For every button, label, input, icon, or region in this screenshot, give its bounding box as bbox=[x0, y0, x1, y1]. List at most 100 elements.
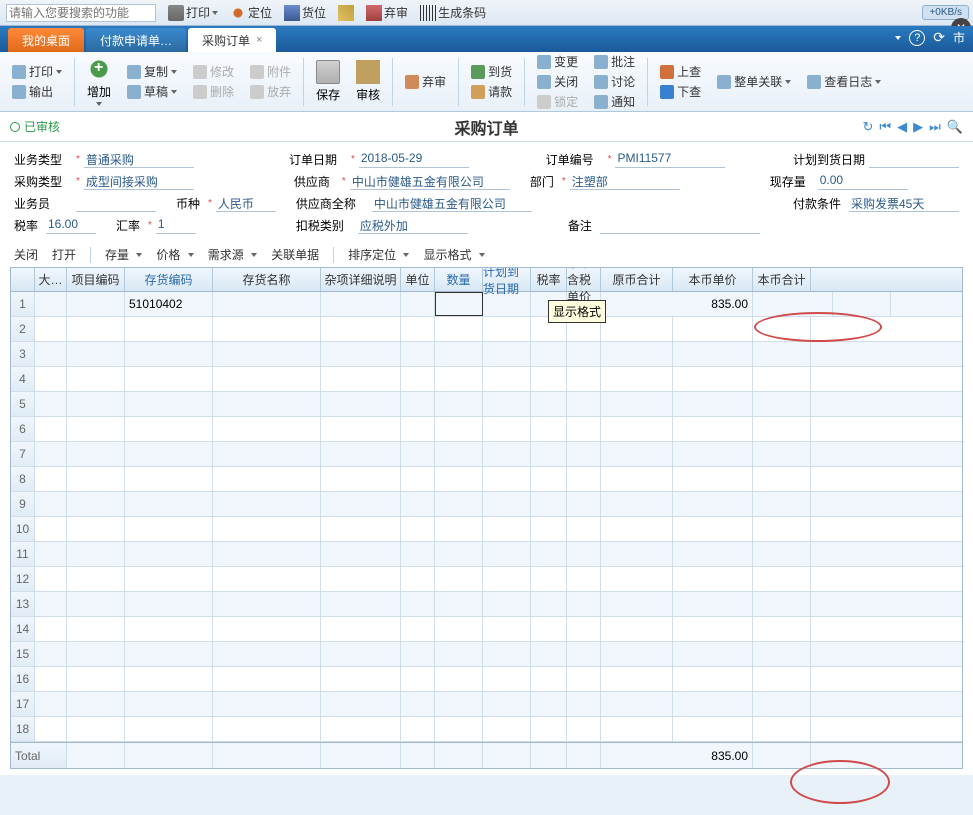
cell[interactable] bbox=[753, 317, 811, 341]
col-inventory-name[interactable]: 存货名称 bbox=[213, 268, 321, 291]
search-input[interactable] bbox=[6, 4, 156, 22]
cell[interactable] bbox=[435, 542, 483, 566]
cell[interactable] bbox=[401, 317, 435, 341]
cell[interactable] bbox=[35, 717, 67, 741]
cell[interactable] bbox=[483, 417, 531, 441]
cell[interactable] bbox=[435, 367, 483, 391]
rb-approve[interactable]: 批注 bbox=[590, 53, 639, 71]
cell[interactable] bbox=[435, 342, 483, 366]
cell[interactable] bbox=[67, 692, 125, 716]
rb-attach[interactable]: 附件 bbox=[246, 63, 295, 81]
table-row[interactable]: 12 bbox=[11, 567, 962, 592]
cell[interactable] bbox=[601, 592, 673, 616]
rb-down[interactable]: 下查 bbox=[656, 83, 705, 101]
cell[interactable] bbox=[125, 392, 213, 416]
cell[interactable] bbox=[213, 517, 321, 541]
table-row[interactable]: 9 bbox=[11, 492, 962, 517]
cell[interactable] bbox=[401, 417, 435, 441]
cell[interactable] bbox=[753, 642, 811, 666]
cell[interactable] bbox=[401, 567, 435, 591]
cell[interactable] bbox=[531, 342, 567, 366]
cell[interactable] bbox=[531, 642, 567, 666]
rb-notify[interactable]: 通知 bbox=[590, 93, 639, 111]
cell[interactable] bbox=[67, 442, 125, 466]
rb-copy[interactable]: 复制 bbox=[123, 63, 181, 81]
table-row[interactable]: 3 bbox=[11, 342, 962, 367]
col-category[interactable]: 大… bbox=[35, 268, 67, 291]
cell[interactable] bbox=[35, 642, 67, 666]
cell[interactable] bbox=[601, 392, 673, 416]
gtb-display[interactable]: 显示格式 bbox=[423, 246, 484, 263]
cell[interactable] bbox=[67, 642, 125, 666]
cell[interactable] bbox=[567, 442, 601, 466]
col-plan-date[interactable]: 计划到货日期 bbox=[483, 268, 531, 291]
cell[interactable] bbox=[435, 442, 483, 466]
exch-value[interactable]: 1 bbox=[156, 216, 196, 234]
help-icon[interactable]: ? bbox=[909, 30, 925, 46]
cell[interactable] bbox=[125, 467, 213, 491]
order-date-value[interactable]: 2018-05-29 bbox=[359, 150, 469, 168]
cell[interactable] bbox=[483, 642, 531, 666]
close-tab-icon[interactable]: × bbox=[256, 34, 262, 46]
cell[interactable] bbox=[67, 667, 125, 691]
nav-first[interactable]: ⏮ bbox=[879, 119, 891, 135]
cell[interactable] bbox=[401, 542, 435, 566]
cell[interactable] bbox=[435, 467, 483, 491]
cell[interactable] bbox=[753, 492, 811, 516]
cell[interactable] bbox=[125, 367, 213, 391]
cell[interactable] bbox=[531, 617, 567, 641]
pay-term-value[interactable]: 采购发票45天 bbox=[849, 194, 959, 212]
cell[interactable] bbox=[601, 417, 673, 441]
cell[interactable] bbox=[321, 292, 401, 316]
cell[interactable] bbox=[125, 717, 213, 741]
cell[interactable] bbox=[213, 342, 321, 366]
cell[interactable] bbox=[673, 617, 753, 641]
gtb-price[interactable]: 价格 bbox=[156, 246, 193, 263]
rb-discuss[interactable]: 讨论 bbox=[590, 73, 639, 91]
cell[interactable] bbox=[213, 642, 321, 666]
cell[interactable] bbox=[35, 367, 67, 391]
cell[interactable] bbox=[531, 567, 567, 591]
cell[interactable] bbox=[435, 317, 483, 341]
rb-modify[interactable]: 修改 bbox=[189, 63, 238, 81]
cell[interactable] bbox=[531, 717, 567, 741]
table-row[interactable]: 11 bbox=[11, 542, 962, 567]
cell[interactable] bbox=[67, 717, 125, 741]
cell[interactable] bbox=[753, 692, 811, 716]
cell[interactable] bbox=[567, 417, 601, 441]
cell[interactable] bbox=[321, 642, 401, 666]
cell[interactable] bbox=[483, 317, 531, 341]
cell[interactable] bbox=[567, 392, 601, 416]
cell[interactable] bbox=[35, 392, 67, 416]
cell[interactable] bbox=[483, 342, 531, 366]
cell[interactable] bbox=[35, 292, 67, 316]
cell[interactable] bbox=[531, 592, 567, 616]
cell[interactable] bbox=[601, 317, 673, 341]
cell[interactable] bbox=[531, 692, 567, 716]
rb-change[interactable]: 变更 bbox=[533, 53, 582, 71]
cell[interactable] bbox=[753, 517, 811, 541]
table-row[interactable]: 16 bbox=[11, 667, 962, 692]
cell[interactable] bbox=[531, 542, 567, 566]
cell[interactable] bbox=[213, 367, 321, 391]
currency-value[interactable]: 人民币 bbox=[216, 194, 276, 212]
rb-lock[interactable]: 锁定 bbox=[533, 93, 582, 111]
cell[interactable] bbox=[673, 367, 753, 391]
cell[interactable] bbox=[483, 667, 531, 691]
cell[interactable] bbox=[483, 492, 531, 516]
cell[interactable] bbox=[673, 392, 753, 416]
rb-save[interactable]: 保存 bbox=[312, 58, 344, 105]
cell[interactable] bbox=[567, 492, 601, 516]
cell[interactable] bbox=[35, 617, 67, 641]
cell[interactable] bbox=[321, 367, 401, 391]
cell[interactable] bbox=[213, 692, 321, 716]
col-tax[interactable]: 税率 bbox=[531, 268, 567, 291]
cell[interactable] bbox=[401, 617, 435, 641]
cell[interactable] bbox=[67, 542, 125, 566]
cell[interactable] bbox=[531, 492, 567, 516]
cell[interactable] bbox=[531, 667, 567, 691]
cell[interactable] bbox=[435, 692, 483, 716]
table-row[interactable]: 7 bbox=[11, 442, 962, 467]
cell[interactable] bbox=[753, 292, 833, 316]
cell[interactable] bbox=[567, 692, 601, 716]
